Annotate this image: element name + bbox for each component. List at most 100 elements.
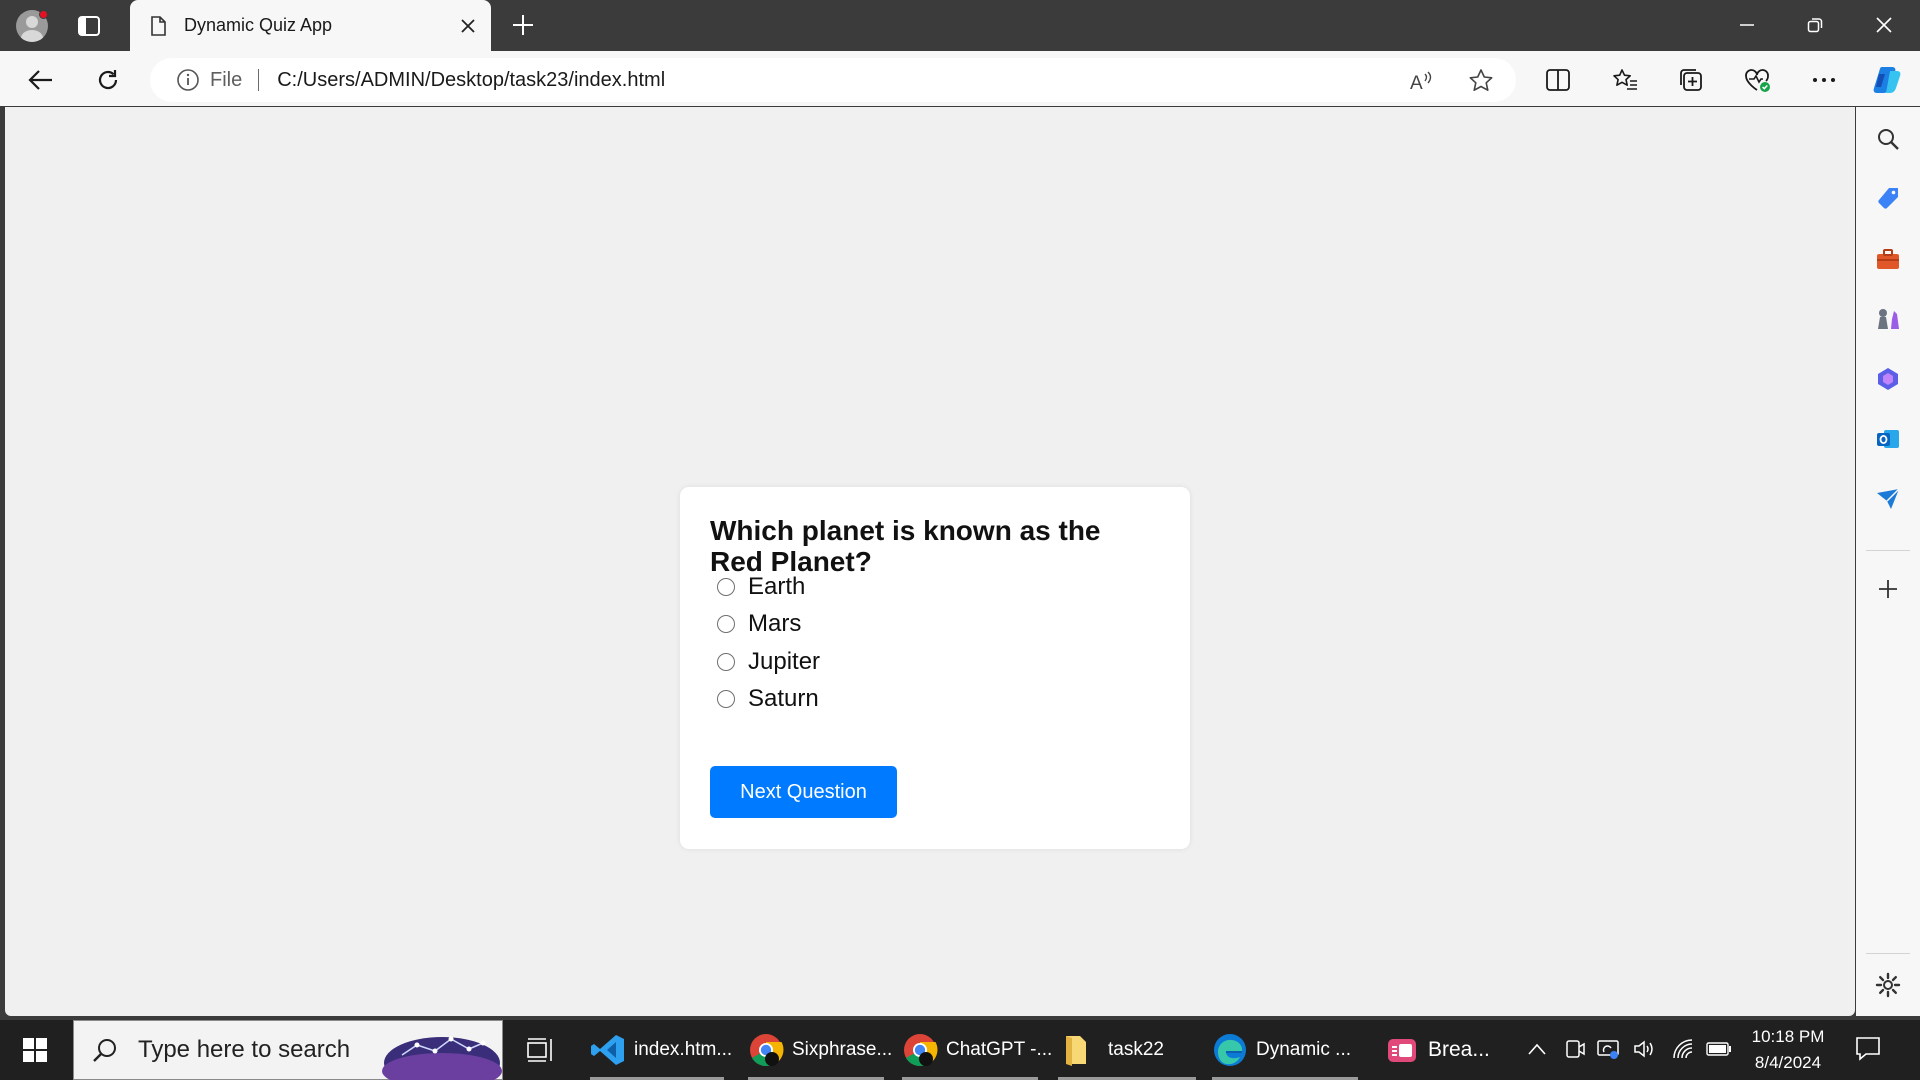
more-menu-button[interactable] bbox=[1807, 63, 1841, 97]
chess-pieces-icon bbox=[1878, 309, 1899, 329]
read-aloud-icon[interactable]: A bbox=[1408, 68, 1434, 94]
sidebar-shopping-button[interactable] bbox=[1872, 183, 1904, 215]
taskbar-app-chrome-chatgpt[interactable]: ChatGPT -... bbox=[902, 1020, 1052, 1080]
sidebar-search-button[interactable] bbox=[1872, 123, 1904, 155]
back-arrow-icon bbox=[28, 70, 52, 90]
more-dots-icon bbox=[1813, 78, 1835, 82]
info-icon[interactable] bbox=[176, 68, 200, 92]
copilot-button[interactable] bbox=[1870, 63, 1904, 97]
back-button[interactable] bbox=[24, 63, 58, 97]
favorites-icon bbox=[1613, 69, 1637, 90]
option-saturn[interactable]: Saturn bbox=[717, 683, 819, 715]
option-label: Jupiter bbox=[748, 648, 821, 675]
wifi-icon bbox=[1673, 1039, 1693, 1059]
favorites-button[interactable] bbox=[1608, 63, 1642, 97]
page-viewport: Which planet is known as the Red Planet?… bbox=[5, 107, 1855, 1016]
taskbar-search-box[interactable]: Type here to search bbox=[73, 1020, 503, 1080]
sidebar-add-button[interactable] bbox=[1872, 573, 1904, 605]
option-label: Saturn bbox=[748, 685, 819, 712]
restore-icon bbox=[1807, 18, 1823, 33]
tray-battery-button[interactable] bbox=[1704, 1034, 1734, 1064]
chrome-icon bbox=[750, 1034, 784, 1067]
sidebar-outlook-button[interactable] bbox=[1872, 423, 1904, 455]
address-bar[interactable]: File C:/Users/ADMIN/Desktop/task23/index… bbox=[150, 58, 1516, 102]
close-icon bbox=[1876, 17, 1892, 33]
clock-date: 8/4/2024 bbox=[1754, 1053, 1822, 1072]
option-jupiter[interactable]: Jupiter bbox=[717, 646, 820, 678]
taskbar-app-vscode[interactable]: index.htm... bbox=[590, 1020, 732, 1080]
restore-button[interactable] bbox=[1793, 8, 1837, 42]
copilot-icon bbox=[1873, 67, 1901, 93]
shopping-tag-icon bbox=[1878, 188, 1898, 209]
outlook-icon bbox=[1877, 430, 1899, 448]
radio-button[interactable] bbox=[717, 578, 735, 596]
collections-icon bbox=[1680, 69, 1702, 91]
tray-network-status-button[interactable] bbox=[1593, 1034, 1623, 1064]
radio-button[interactable] bbox=[717, 653, 735, 671]
app-label: Dynamic ... bbox=[1256, 1039, 1352, 1060]
taskbar-app-explorer[interactable]: task22 bbox=[1058, 1020, 1196, 1080]
tab-actions-icon bbox=[78, 16, 100, 36]
split-screen-button[interactable] bbox=[1541, 63, 1575, 97]
show-hidden-icons-button[interactable] bbox=[1522, 1034, 1552, 1064]
svg-text:A: A bbox=[1410, 73, 1423, 94]
taskbar-app-chrome-sixphrase[interactable]: Sixphrase... bbox=[748, 1020, 892, 1080]
profile-button[interactable] bbox=[14, 8, 50, 44]
edge-sidebar bbox=[1856, 107, 1920, 1016]
minimize-icon bbox=[1740, 24, 1754, 26]
notifications-button[interactable] bbox=[1854, 1034, 1886, 1066]
app-label: Brea... bbox=[1428, 1038, 1490, 1061]
task-view-button[interactable] bbox=[524, 1034, 556, 1066]
windows-taskbar: Type here to search index.htm... Sixphra… bbox=[0, 1020, 1920, 1080]
sidebar-tools-button[interactable] bbox=[1872, 243, 1904, 275]
clock-time: 10:18 PM bbox=[1751, 1027, 1825, 1046]
minimize-button[interactable] bbox=[1725, 8, 1769, 42]
heart-pulse-icon bbox=[1745, 69, 1770, 92]
sidebar-send-button[interactable] bbox=[1872, 483, 1904, 515]
next-question-button[interactable]: Next Question bbox=[710, 766, 897, 818]
display-sync-icon bbox=[1597, 1040, 1619, 1059]
plus-icon bbox=[513, 15, 533, 35]
new-tab-button[interactable] bbox=[508, 10, 538, 40]
tab-actions-button[interactable] bbox=[74, 12, 104, 40]
close-window-button[interactable] bbox=[1862, 8, 1906, 42]
option-earth[interactable]: Earth bbox=[717, 571, 805, 603]
option-label: Mars bbox=[748, 610, 802, 637]
tray-wifi-button[interactable] bbox=[1668, 1034, 1698, 1064]
tray-volume-button[interactable] bbox=[1629, 1034, 1659, 1064]
notification-dot bbox=[39, 10, 48, 19]
refresh-icon bbox=[98, 70, 118, 90]
sidebar-settings-button[interactable] bbox=[1872, 969, 1904, 1001]
sidebar-divider bbox=[1866, 953, 1910, 954]
start-button[interactable] bbox=[0, 1020, 70, 1080]
sidebar-games-button[interactable] bbox=[1872, 303, 1904, 335]
speaker-icon bbox=[1634, 1040, 1653, 1058]
app-label: ChatGPT -... bbox=[946, 1039, 1053, 1060]
plus-icon bbox=[1879, 580, 1897, 598]
taskbar-app-break-reminder[interactable]: Brea... bbox=[1384, 1020, 1494, 1080]
sidebar-office-button[interactable] bbox=[1872, 363, 1904, 395]
refresh-button[interactable] bbox=[91, 63, 125, 97]
camera-icon bbox=[1566, 1040, 1585, 1058]
url-text[interactable]: C:/Users/ADMIN/Desktop/task23/index.html bbox=[277, 69, 665, 92]
browser-tab-active[interactable]: Dynamic Quiz App bbox=[130, 0, 491, 51]
battery-icon bbox=[1706, 1042, 1731, 1056]
search-icon bbox=[93, 1039, 116, 1062]
browser-toolbar: File C:/Users/ADMIN/Desktop/task23/index… bbox=[0, 51, 1920, 106]
radio-button[interactable] bbox=[717, 690, 735, 708]
favorite-star-icon[interactable] bbox=[1468, 68, 1494, 94]
app-label: task22 bbox=[1108, 1039, 1164, 1060]
browser-essentials-button[interactable] bbox=[1741, 63, 1775, 97]
radio-button[interactable] bbox=[717, 615, 735, 633]
scheme-label: File bbox=[210, 68, 243, 91]
tray-meet-button[interactable] bbox=[1560, 1034, 1590, 1064]
taskbar-app-edge[interactable]: Dynamic ... bbox=[1212, 1020, 1358, 1080]
system-clock[interactable]: 10:18 PM 8/4/2024 bbox=[1740, 1024, 1836, 1076]
paper-plane-icon bbox=[1877, 488, 1900, 509]
tab-close-button[interactable] bbox=[453, 11, 483, 41]
search-placeholder: Type here to search bbox=[138, 1036, 351, 1063]
collections-button[interactable] bbox=[1674, 63, 1708, 97]
option-mars[interactable]: Mars bbox=[717, 608, 801, 640]
vscode-icon bbox=[591, 1035, 624, 1065]
page-icon bbox=[151, 15, 166, 36]
